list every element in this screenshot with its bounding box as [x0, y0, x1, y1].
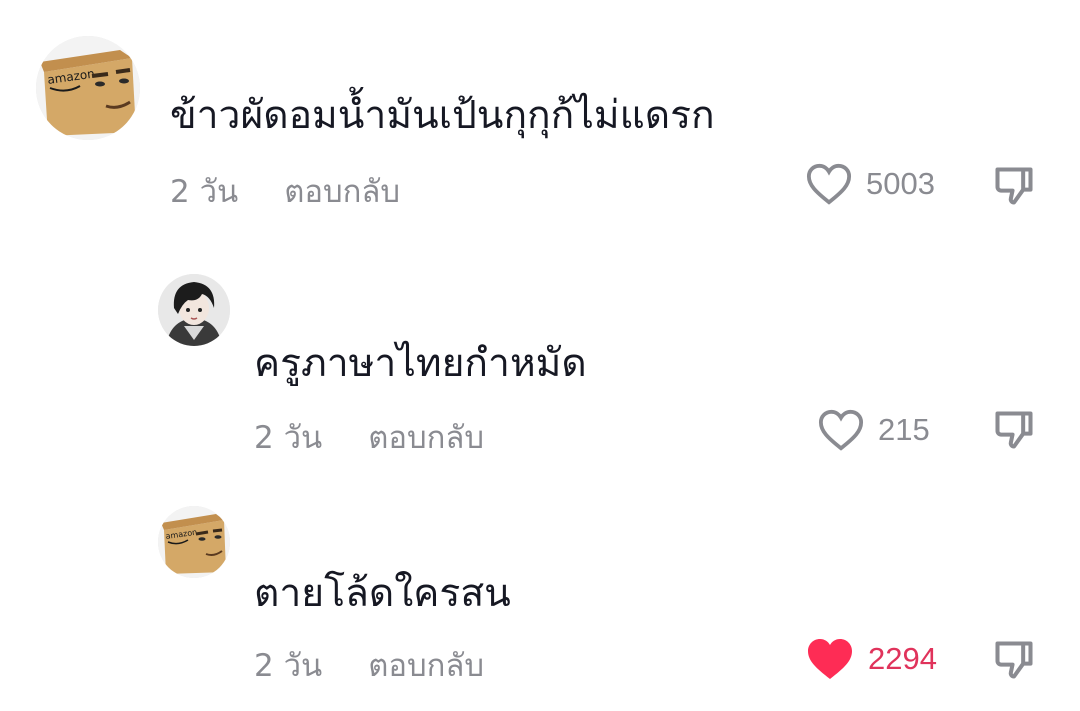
- heart-icon: [806, 163, 852, 205]
- amazon-box-face-icon: amazon: [36, 36, 140, 140]
- thumbs-down-icon: [995, 167, 1033, 205]
- comment-time: 2 วัน: [170, 174, 239, 210]
- dislike-button[interactable]: [992, 408, 1036, 452]
- heart-filled-icon: [808, 639, 852, 679]
- comment-text: ตายโล้ดใครสน: [254, 571, 511, 616]
- avatar[interactable]: amazon: [36, 36, 140, 140]
- comment-meta: 2 วัน ตอบกลับ: [254, 412, 484, 462]
- comment-meta: 2 วัน ตอบกลับ: [170, 166, 400, 216]
- comment-meta: 2 วัน ตอบกลับ: [254, 640, 484, 690]
- like-count: 215: [878, 412, 930, 447]
- like-button[interactable]: 215: [818, 408, 930, 452]
- comment-item: amazon ข้าวผัดอมน้ำมันเป้นกุกุก้ไม่แดรก …: [0, 0, 1080, 240]
- like-button[interactable]: 5003: [806, 162, 935, 206]
- avatar[interactable]: amazon: [158, 506, 230, 578]
- reply-button[interactable]: ตอบกลับ: [368, 648, 484, 684]
- thumbs-down-icon: [995, 411, 1033, 449]
- comment-time: 2 วัน: [254, 420, 323, 456]
- anime-character-icon: [158, 274, 230, 346]
- reply-button[interactable]: ตอบกลับ: [368, 420, 484, 456]
- like-button[interactable]: 2294: [806, 636, 937, 682]
- dislike-button[interactable]: [992, 638, 1036, 682]
- comment-time: 2 วัน: [254, 648, 323, 684]
- like-count: 2294: [868, 641, 937, 676]
- reply-button[interactable]: ตอบกลับ: [284, 174, 400, 210]
- heart-icon: [818, 409, 864, 451]
- comment-text: ครูภาษาไทยกำหมัด: [254, 341, 587, 386]
- like-count: 5003: [866, 166, 935, 201]
- comment-item: ครูภาษาไทยกำหมัด 2 วัน ตอบกลับ 215: [0, 260, 1080, 460]
- dislike-button[interactable]: [992, 164, 1036, 208]
- comment-text: ข้าวผัดอมน้ำมันเป้นกุกุก้ไม่แดรก: [170, 93, 715, 138]
- comment-item: amazon ตายโล้ดใครสน 2 วัน ตอบกลับ 2294: [0, 490, 1080, 711]
- avatar[interactable]: [158, 274, 230, 346]
- amazon-box-face-icon: amazon: [158, 506, 230, 578]
- thumbs-down-icon: [995, 641, 1033, 679]
